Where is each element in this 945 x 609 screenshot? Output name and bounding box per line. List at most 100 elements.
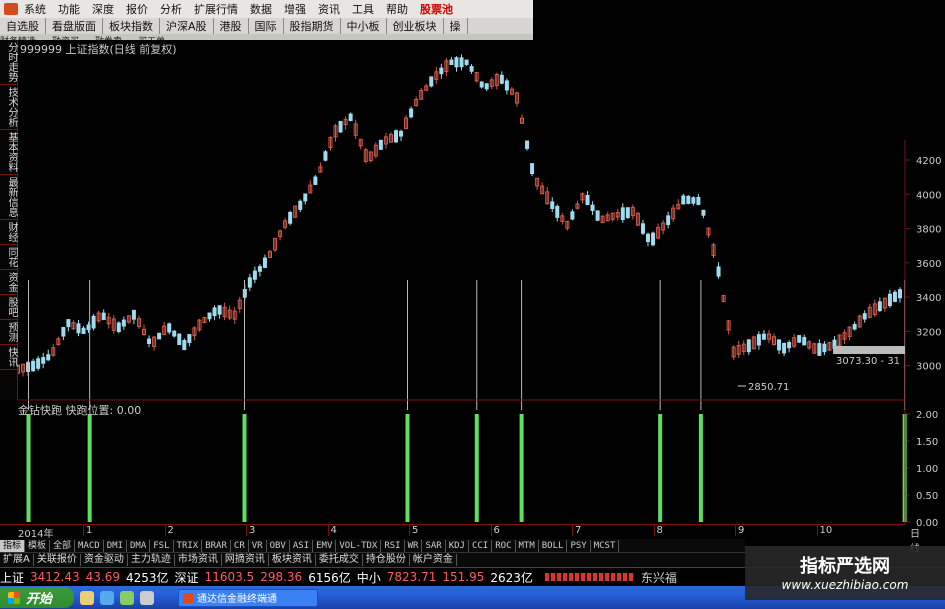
windows-flag-icon bbox=[8, 591, 20, 604]
module-tab-7[interactable]: 委托成交 bbox=[316, 554, 363, 566]
indicator-tab-22[interactable]: BOLL bbox=[539, 539, 568, 552]
indicator-tab-5[interactable]: DMA bbox=[127, 539, 151, 552]
menu-item-4[interactable]: 分析 bbox=[160, 1, 182, 17]
indicator-tab-19[interactable]: CCI bbox=[469, 539, 493, 552]
left-func-0[interactable]: 分时走势 bbox=[0, 40, 17, 85]
candle bbox=[736, 340, 741, 358]
quicklaunch-desktop-icon[interactable] bbox=[140, 590, 154, 605]
module-tab-0[interactable]: 扩展A bbox=[0, 554, 34, 566]
left-func-8[interactable]: 预测 bbox=[0, 320, 17, 345]
candle bbox=[535, 177, 540, 191]
indicator-tab-16[interactable]: WR bbox=[405, 539, 423, 552]
candle bbox=[152, 335, 157, 351]
market-tab-7[interactable]: 中小板 bbox=[341, 18, 387, 34]
market-tab-1[interactable]: 看盘版面 bbox=[46, 18, 103, 34]
stock-chart[interactable]: 4800460044004200400038003600340032003000… bbox=[0, 0, 945, 609]
indicator-tab-1[interactable]: 模板 bbox=[25, 539, 51, 552]
market-tab-3[interactable]: 沪深A股 bbox=[160, 18, 214, 34]
menu-item-2[interactable]: 深度 bbox=[92, 1, 114, 17]
left-func-4[interactable]: 财经 bbox=[0, 220, 17, 245]
indicator-tab-12[interactable]: ASI bbox=[290, 539, 314, 552]
indicator-tab-2[interactable]: 全部 bbox=[50, 539, 76, 552]
module-tab-9[interactable]: 帐户资金 bbox=[410, 554, 457, 566]
market-tab-4[interactable]: 港股 bbox=[214, 18, 249, 34]
candle bbox=[414, 96, 419, 107]
market-tab-6[interactable]: 股指期货 bbox=[284, 18, 341, 34]
module-tab-2[interactable]: 资金驱动 bbox=[81, 554, 128, 566]
menu-item-9[interactable]: 工具 bbox=[352, 1, 374, 17]
market-tab-9[interactable]: 操 bbox=[444, 18, 468, 34]
module-tab-4[interactable]: 市场资讯 bbox=[175, 554, 222, 566]
menu-item-10[interactable]: 帮助 bbox=[386, 1, 408, 17]
menu-item-7[interactable]: 增强 bbox=[284, 1, 306, 17]
sub-tab-1[interactable]: 融资买 bbox=[52, 37, 79, 41]
module-tab-3[interactable]: 主力轨迹 bbox=[128, 554, 175, 566]
indicator-tab-24[interactable]: MCST bbox=[591, 539, 620, 552]
candle bbox=[706, 227, 711, 238]
sub-tab-3[interactable]: 买工单 bbox=[138, 37, 165, 41]
menu-item-0[interactable]: 系统 bbox=[24, 1, 46, 17]
candle bbox=[131, 309, 136, 325]
menu-item-8[interactable]: 资讯 bbox=[318, 1, 340, 17]
indicator-tab-23[interactable]: PSY bbox=[567, 539, 591, 552]
indicator-tab-6[interactable]: FSL bbox=[150, 539, 174, 552]
module-tab-6[interactable]: 板块资讯 bbox=[269, 554, 316, 566]
candle bbox=[409, 106, 414, 119]
indicator-tab-7[interactable]: TRIX bbox=[174, 539, 203, 552]
left-func-6[interactable]: 资金 bbox=[0, 270, 17, 295]
left-func-1[interactable]: 技术分析 bbox=[0, 85, 17, 130]
left-func-9[interactable]: 快讯 bbox=[0, 345, 17, 370]
indicator-tab-15[interactable]: RSI bbox=[381, 539, 405, 552]
candle bbox=[353, 119, 358, 139]
candle bbox=[867, 303, 872, 319]
module-tab-5[interactable]: 网摘资讯 bbox=[222, 554, 269, 566]
candle bbox=[782, 342, 787, 357]
market-tab-8[interactable]: 创业板块 bbox=[387, 18, 444, 34]
candle bbox=[646, 232, 650, 247]
indicator-tab-8[interactable]: BRAR bbox=[202, 539, 231, 552]
indicator-tab-20[interactable]: ROC bbox=[492, 539, 516, 552]
sub-tab-2[interactable]: 融券卖 bbox=[95, 37, 122, 41]
left-func-2[interactable]: 基本资料 bbox=[0, 130, 17, 175]
menu-item-5[interactable]: 扩展行情 bbox=[194, 1, 238, 17]
taskbar-app-item[interactable]: 通达信金融终端通 bbox=[178, 588, 318, 607]
price-tick: 3800 bbox=[916, 225, 941, 236]
candle bbox=[857, 314, 862, 328]
menu-item-1[interactable]: 功能 bbox=[58, 1, 80, 17]
candle bbox=[766, 329, 771, 344]
indicator-tab-11[interactable]: OBV bbox=[267, 539, 290, 552]
indicator-tab-3[interactable]: MACD bbox=[75, 539, 104, 552]
candle bbox=[434, 66, 439, 84]
start-button[interactable]: 开始 bbox=[0, 587, 74, 608]
menu-item-3[interactable]: 报价 bbox=[126, 1, 148, 17]
candle bbox=[898, 287, 902, 303]
quicklaunch-media-icon[interactable] bbox=[120, 590, 134, 605]
candle bbox=[56, 336, 61, 346]
indicator-tab-4[interactable]: DMI bbox=[104, 539, 127, 552]
indicator-tab-0[interactable]: 指标 bbox=[0, 539, 26, 552]
left-func-5[interactable]: 同花 bbox=[0, 245, 17, 270]
module-tab-8[interactable]: 持仓股份 bbox=[363, 554, 410, 566]
indicator-tab-21[interactable]: MTM bbox=[516, 539, 539, 552]
timeline-month: 7 bbox=[572, 525, 581, 536]
market-tab-2[interactable]: 板块指数 bbox=[103, 18, 160, 34]
indicator-tab-13[interactable]: EMV bbox=[313, 539, 337, 552]
indicator-tab-9[interactable]: CR bbox=[231, 539, 249, 552]
market-tab-0[interactable]: 自选股 bbox=[0, 18, 46, 34]
left-func-7[interactable]: 股吧 bbox=[0, 295, 17, 320]
indicator-tab-17[interactable]: SAR bbox=[422, 539, 446, 552]
quicklaunch-browser-icon[interactable] bbox=[100, 590, 114, 605]
menu-item-stock-pool[interactable]: 股票池 bbox=[420, 1, 453, 17]
menu-item-6[interactable]: 数据 bbox=[250, 1, 272, 17]
indicator-tab-14[interactable]: VOL-TDX bbox=[336, 539, 382, 552]
signal-bar bbox=[474, 414, 479, 522]
quicklaunch-folder-icon[interactable] bbox=[80, 590, 94, 605]
candle bbox=[237, 296, 242, 313]
candle bbox=[852, 321, 857, 331]
candle bbox=[333, 123, 338, 142]
left-func-3[interactable]: 最新信息 bbox=[0, 175, 17, 220]
module-tab-1[interactable]: 关联报价 bbox=[34, 554, 81, 566]
market-tab-5[interactable]: 国际 bbox=[249, 18, 284, 34]
indicator-tab-18[interactable]: KDJ bbox=[446, 539, 469, 552]
indicator-tab-10[interactable]: VR bbox=[249, 539, 267, 552]
